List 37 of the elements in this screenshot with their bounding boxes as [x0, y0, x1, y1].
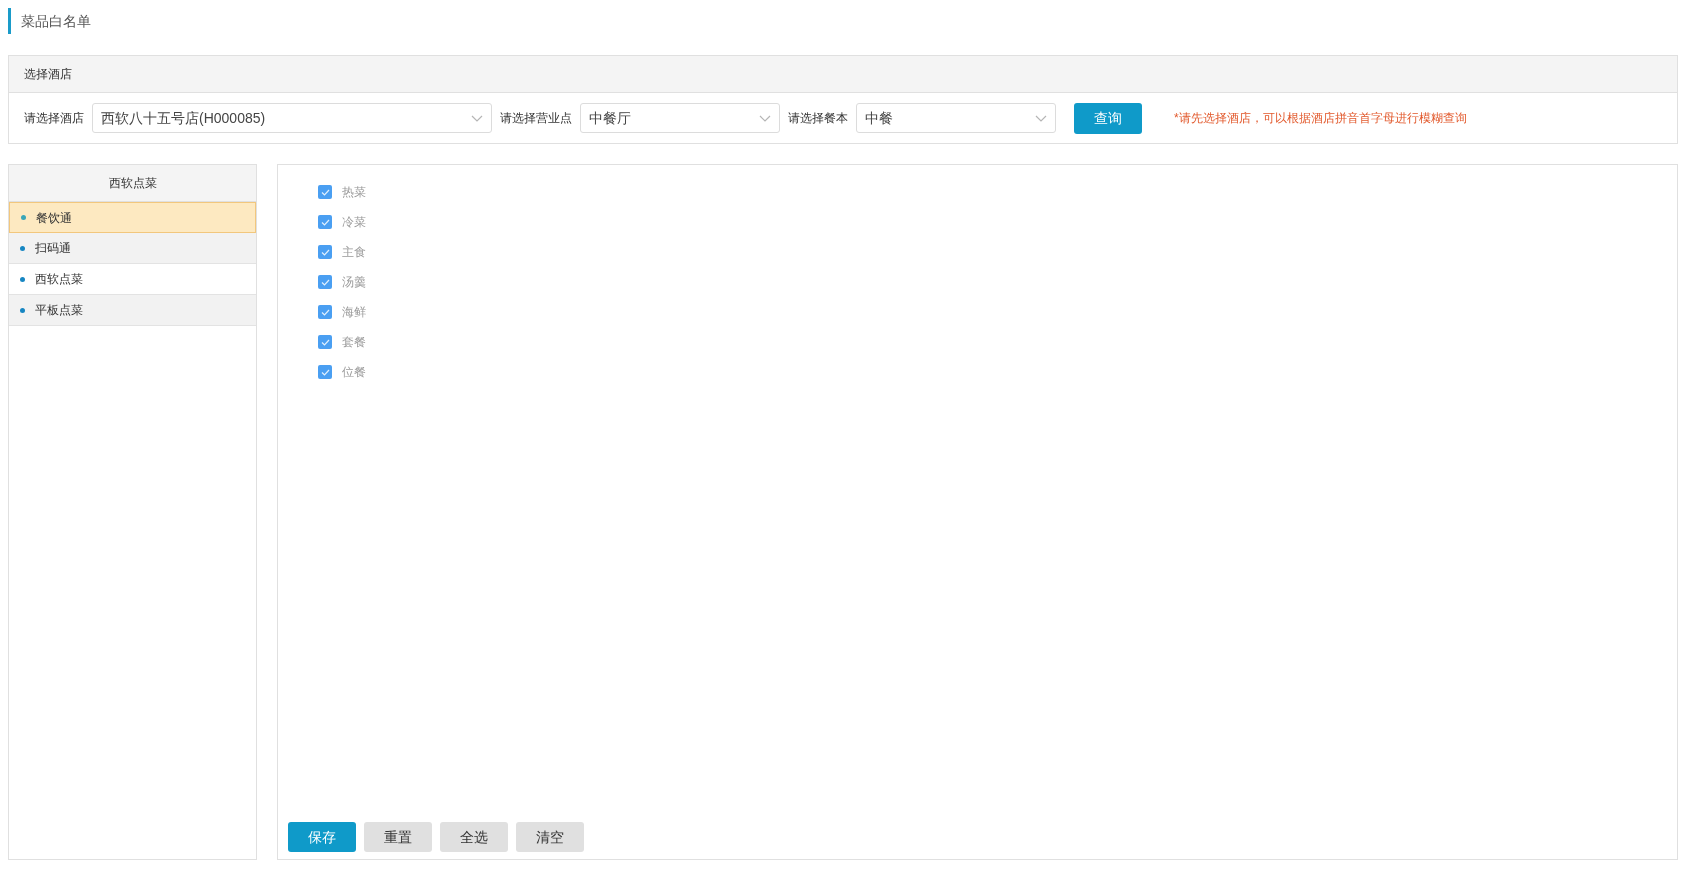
- check-icon: [320, 308, 330, 316]
- select-field[interactable]: 中餐: [856, 103, 1056, 133]
- sidebar-item[interactable]: 扫码通: [9, 233, 256, 264]
- bullet-icon: [20, 276, 25, 282]
- check-icon: [320, 368, 330, 376]
- sidebar-item[interactable]: 平板点菜: [9, 295, 256, 326]
- chevron-down-icon: [471, 114, 483, 122]
- bullet-icon: [20, 245, 25, 251]
- checkbox[interactable]: [318, 245, 332, 259]
- checkbox[interactable]: [318, 275, 332, 289]
- bullet-icon: [20, 307, 25, 313]
- field-label: 请选择餐本: [788, 110, 848, 127]
- action-button[interactable]: 清空: [516, 822, 584, 852]
- action-button[interactable]: 全选: [440, 822, 508, 852]
- check-icon: [320, 218, 330, 226]
- checkbox[interactable]: [318, 185, 332, 199]
- check-icon: [320, 278, 330, 286]
- bullet-icon: [21, 215, 26, 220]
- field-label: 请选择酒店: [24, 110, 84, 127]
- action-button[interactable]: 重置: [364, 822, 432, 852]
- field-label: 请选择营业点: [500, 110, 572, 127]
- checkbox[interactable]: [318, 215, 332, 229]
- chevron-down-icon: [759, 114, 771, 122]
- hint-text: *请先选择酒店，可以根据酒店拼音首字母进行模糊查询: [1174, 110, 1467, 127]
- check-icon: [320, 248, 330, 256]
- page-title: 菜品白名单: [21, 11, 91, 31]
- checkbox[interactable]: [318, 335, 332, 349]
- chevron-down-icon: [1035, 114, 1047, 122]
- check-icon: [320, 338, 330, 346]
- sidebar-title: 西软点菜: [108, 175, 157, 192]
- check-icon: [320, 188, 330, 196]
- select-field[interactable]: 西软八十五号店(H000085): [92, 103, 492, 133]
- checkbox[interactable]: [318, 305, 332, 319]
- panel-title: 选择酒店: [24, 66, 72, 83]
- sidebar-item[interactable]: 餐饮通: [9, 202, 256, 233]
- checkbox[interactable]: [318, 365, 332, 379]
- select-field[interactable]: 中餐厅: [580, 103, 780, 133]
